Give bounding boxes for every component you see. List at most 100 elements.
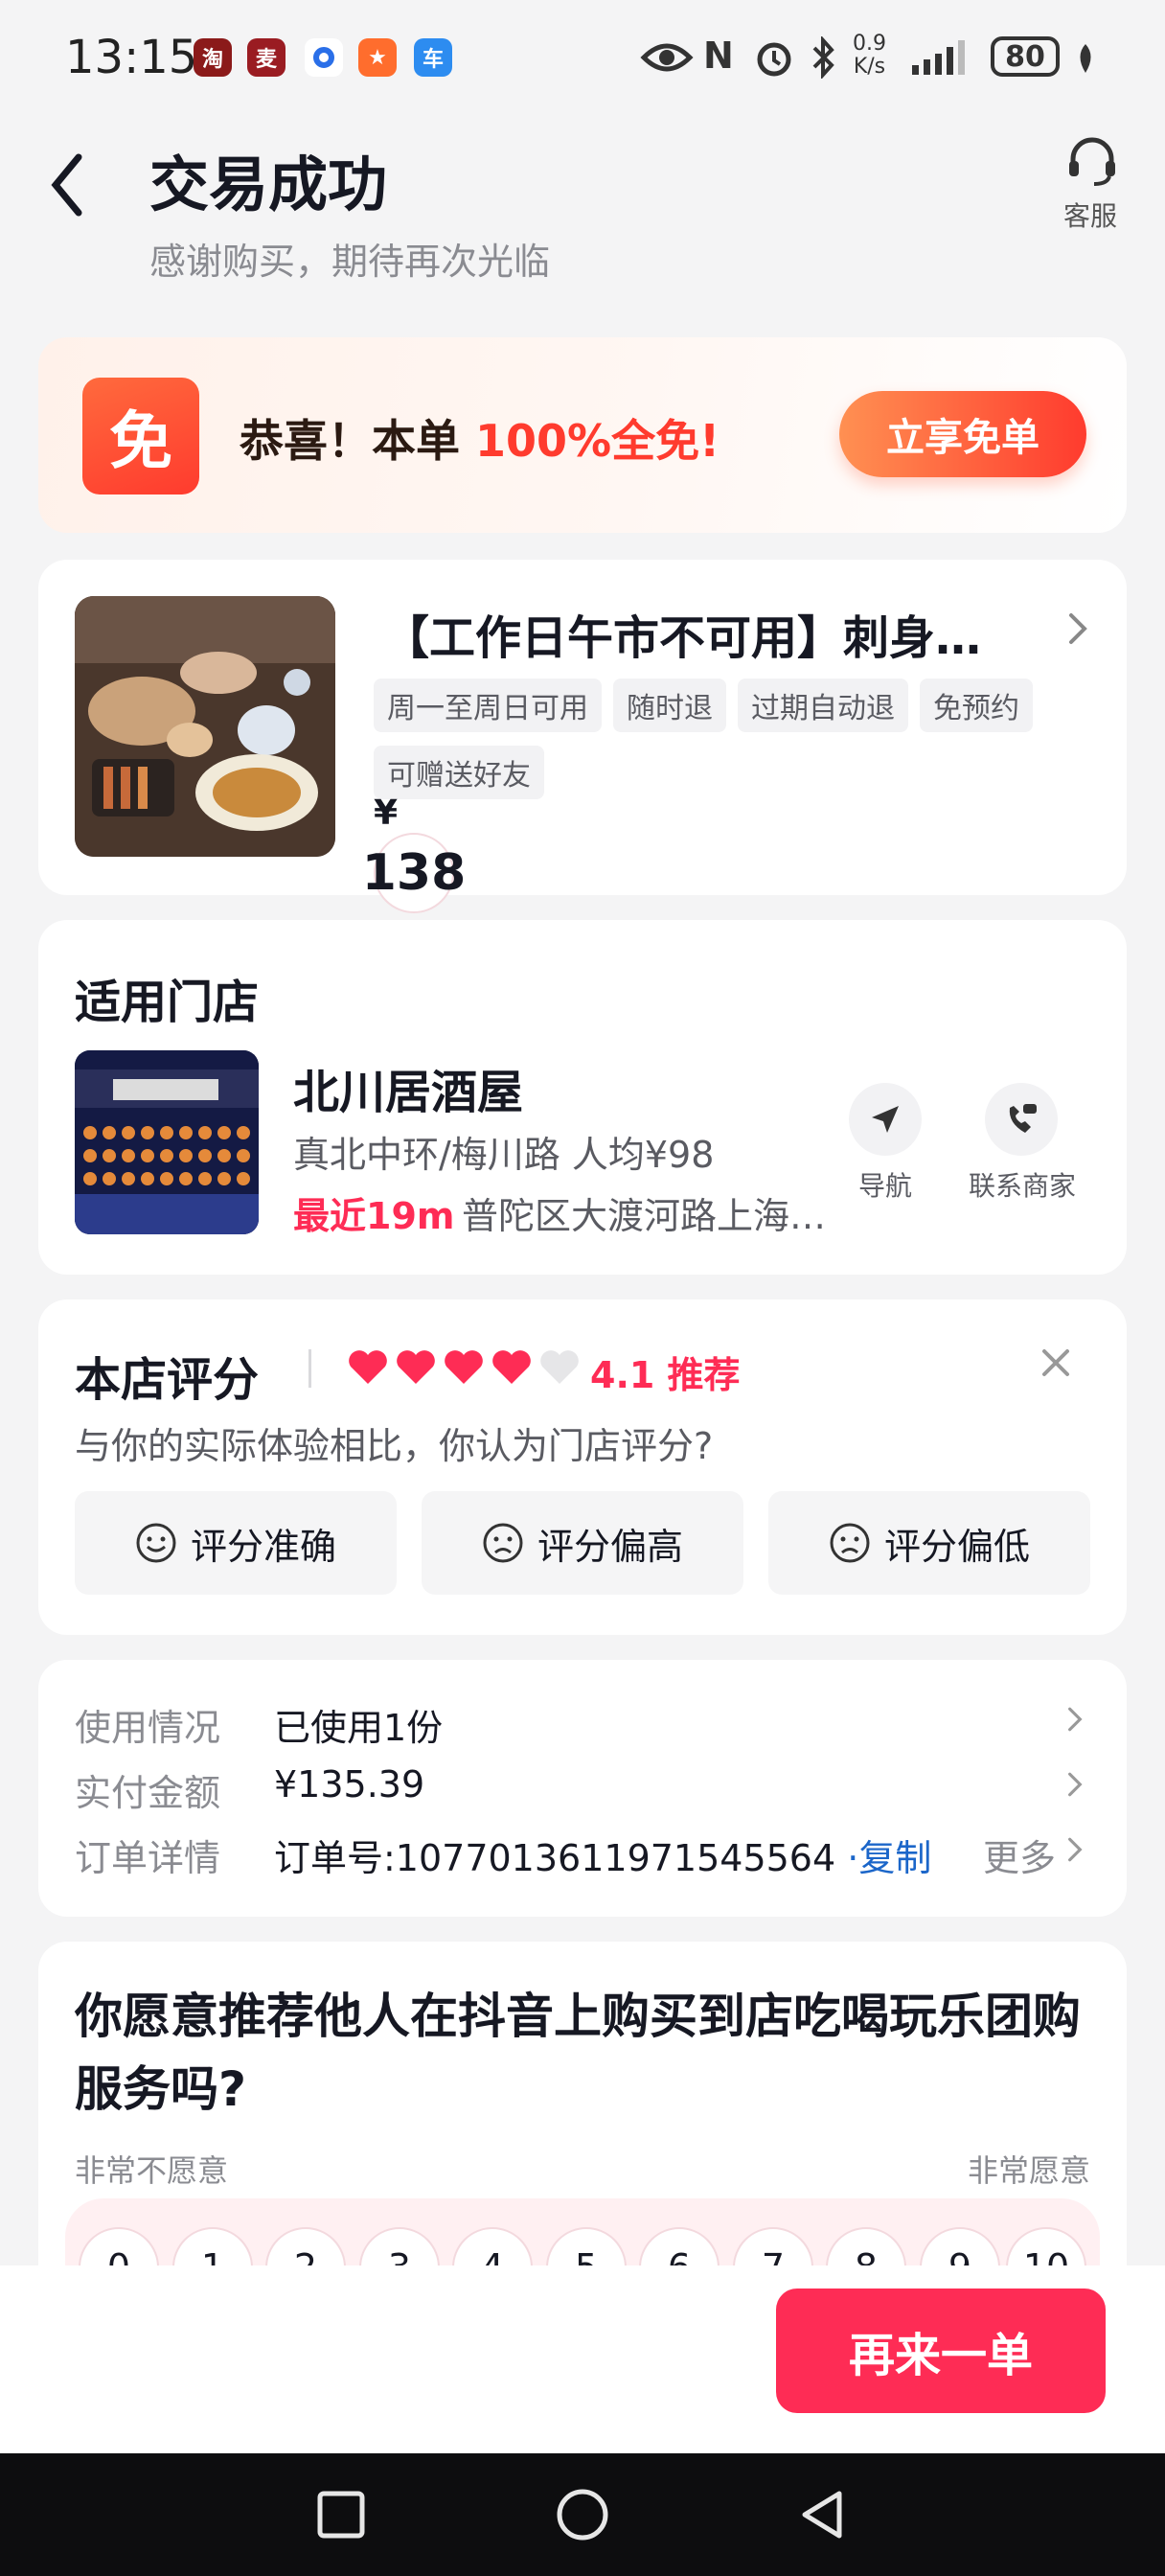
rating-title: 本店评分 [75, 1353, 260, 1407]
promo-text-highlight: 100%全免! [475, 415, 720, 467]
heart-filled-icon [349, 1350, 387, 1384]
chevron-right-icon[interactable] [1065, 610, 1090, 648]
product-tag: 随时退 [613, 678, 726, 732]
product-tag: 可赠送好友 [374, 746, 544, 799]
chevron-right-icon[interactable] [1065, 1704, 1085, 1735]
maimai-app-icon: 麦 [247, 38, 286, 77]
heart-empty-icon [540, 1350, 579, 1384]
store-rating-card: 本店评分 4.1 推荐 与你的实际体验相比，你认为门店评分? 评分准确 评分偏高… [38, 1300, 1127, 1635]
leaf-icon [1080, 44, 1091, 73]
mall-app-icon: ★ [358, 38, 397, 77]
store-section-title: 适用门店 [75, 976, 260, 1029]
close-icon[interactable] [1039, 1346, 1073, 1380]
net-speed-unit: K/s [853, 55, 886, 79]
system-navigation-bar [0, 2453, 1165, 2576]
survey-question: 你愿意推荐他人在抖音上购买到店吃喝玩乐团购服务吗? [75, 1989, 1081, 2117]
order-number: 订单号:1077013611971545564 ·复制 [274, 1828, 931, 1881]
rating-accurate-button[interactable]: 评分准确 [75, 1491, 397, 1595]
recent-apps-icon[interactable] [316, 2490, 366, 2540]
sad-face-icon [483, 1523, 523, 1563]
eye-icon [640, 43, 694, 72]
nfc-icon: N [703, 34, 734, 77]
navigate-button[interactable] [849, 1083, 922, 1156]
status-time: 13:15 [65, 31, 198, 84]
food-platter-image [75, 596, 335, 857]
usage-value: 已使用1份 [274, 1707, 444, 1749]
rating-score: 4.1 推荐 [590, 1354, 741, 1396]
alarm-icon [757, 42, 791, 77]
store-front-image [75, 1050, 259, 1234]
heart-filled-icon [397, 1350, 435, 1384]
product-tag: 周一至周日可用 [374, 678, 602, 732]
heart-filled-icon [445, 1350, 483, 1384]
store-photo[interactable] [75, 1050, 259, 1234]
browser-app-icon [305, 38, 343, 77]
rating-accurate-label[interactable]: 评分准确 [191, 1517, 336, 1570]
page-subtitle: 感谢购买，期待再次光临 [149, 241, 551, 283]
store-area: 真北中环/梅川路 人均¥98 [293, 1134, 715, 1176]
rating-too-high-label[interactable]: 评分偏高 [537, 1517, 683, 1570]
heart-filled-icon [492, 1350, 531, 1384]
net-speed: 0.9 K/s [853, 33, 886, 79]
customer-service-label[interactable]: 客服 [1063, 196, 1117, 234]
contact-merchant-button[interactable] [985, 1083, 1058, 1156]
store-address[interactable]: 普陀区大渡河路上海长风大悦城 [462, 1186, 835, 1239]
rating-too-low-label[interactable]: 评分偏低 [884, 1517, 1030, 1570]
claim-free-button[interactable]: 立享免单 [839, 391, 1086, 477]
price-value: 138 [362, 833, 466, 913]
order-detail-label: 订单详情 [75, 1837, 221, 1879]
product-card[interactable]: 【工作日午市不可用】刺身海鲜烤物套餐 周一至周日可用 随时退 过期自动退 免预约… [38, 560, 1127, 954]
navigation-arrow-icon [872, 1106, 899, 1133]
chevron-right-icon[interactable] [1065, 1834, 1085, 1865]
product-tags: 周一至周日可用 随时退 过期自动退 免预约 可赠送好友 [374, 678, 1063, 799]
free-badge-icon: 免 [82, 378, 199, 494]
smile-face-icon [136, 1523, 176, 1563]
paid-value: ¥135.39 [274, 1763, 425, 1806]
paid-label: 实付金额 [75, 1772, 221, 1814]
survey-high-label: 非常愿意 [967, 2152, 1090, 2189]
store-card: 适用门店 北川居酒屋 真北中环/梅川路 人均¥98 最近19m 普陀区大渡河路上… [38, 920, 1127, 1275]
car-app-icon: 车 [414, 38, 452, 77]
rating-too-high-button[interactable]: 评分偏高 [422, 1491, 743, 1595]
order-detail-row[interactable]: 订单详情 订单号:1077013611971545564 ·复制 更多 [75, 1828, 1090, 1886]
paid-amount-row[interactable]: 实付金额 ¥135.39 [75, 1763, 1090, 1821]
usage-row[interactable]: 使用情况 已使用1份 [75, 1698, 1090, 1756]
taobao-app-icon: 淘 [194, 38, 232, 77]
order-number-text: 订单号:1077013611971545564 [274, 1837, 836, 1879]
page-title: 交易成功 [149, 150, 388, 219]
product-title[interactable]: 【工作日午市不可用】刺身海鲜烤物套餐 [383, 600, 1016, 667]
bluetooth-icon [812, 36, 834, 79]
promo-text-prefix: 恭喜！本单 [240, 415, 476, 467]
product-tag: 免预约 [920, 678, 1033, 732]
price-currency: ¥ [374, 794, 399, 833]
back-icon[interactable] [797, 2488, 851, 2542]
product-tag: 过期自动退 [738, 678, 908, 732]
signal-icon [912, 40, 965, 75]
usage-label: 使用情况 [75, 1707, 221, 1749]
reorder-button[interactable]: 再来一单 [776, 2288, 1106, 2413]
chevron-right-icon[interactable] [1065, 1769, 1085, 1800]
order-info-card: 使用情况 已使用1份 实付金额 ¥135.39 订单详情 订单号:1077013… [38, 1660, 1127, 1917]
survey-low-label: 非常不愿意 [75, 2152, 229, 2189]
headset-icon[interactable] [1065, 136, 1119, 186]
contact-merchant-label[interactable]: 联系商家 [958, 1165, 1086, 1204]
phone-chat-icon [1009, 1104, 1037, 1133]
home-icon[interactable] [556, 2488, 609, 2542]
free-order-banner[interactable]: 免 恭喜！本单 100%全免! 立享免单 [38, 337, 1127, 533]
more-link[interactable]: 更多 [983, 1828, 1056, 1881]
rating-too-low-button[interactable]: 评分偏低 [768, 1491, 1090, 1595]
sad-face-icon [830, 1523, 870, 1563]
copy-button[interactable]: ·复制 [847, 1837, 931, 1879]
rating-hearts [347, 1347, 581, 1386]
divider [308, 1349, 311, 1388]
promo-text: 恭喜！本单 100%全免! [240, 406, 720, 470]
product-thumbnail [75, 596, 335, 857]
store-name[interactable]: 北川居酒屋 [293, 1054, 523, 1121]
back-arrow-icon[interactable] [48, 151, 86, 218]
rating-question: 与你的实际体验相比，你认为门店评分? [75, 1425, 714, 1467]
net-speed-value: 0.9 [853, 32, 886, 56]
status-bar: 13:15 淘 麦 ★ 车 N 0.9 K/s 80 [0, 0, 1165, 115]
navigate-label[interactable]: 导航 [843, 1165, 927, 1204]
store-distance: 最近19m [293, 1195, 455, 1237]
battery-indicator: 80 [991, 36, 1060, 77]
